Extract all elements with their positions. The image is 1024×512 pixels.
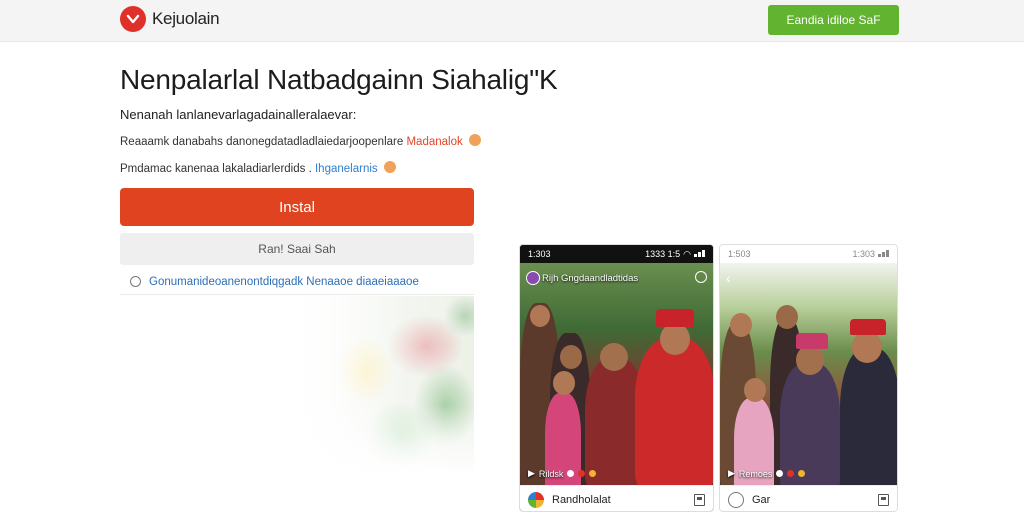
more-icon[interactable] <box>695 271 707 283</box>
caption-text: Rildsk <box>538 468 564 479</box>
emoji-icon <box>468 134 481 146</box>
app-avatar-icon <box>528 491 544 508</box>
back-arrow-icon[interactable]: ‹ <box>726 271 731 285</box>
scene-caption: ▶ Rildsk <box>528 468 597 479</box>
dot-icon <box>787 470 795 477</box>
save-icon[interactable] <box>694 493 705 506</box>
save-icon[interactable] <box>878 493 889 506</box>
brand-name[interactable]: Kejuolain <box>152 9 220 29</box>
play-icon[interactable]: ▶ <box>728 468 735 479</box>
screenshot-phone-2[interactable]: 1:503 1:303 ‹ ▶ Remoes Gar <box>719 244 898 512</box>
consent-row[interactable]: Gonumanideoanenontdiqgadk Nenaaoe diaaei… <box>120 269 474 295</box>
promo-image <box>120 296 474 476</box>
footer-label: Gar <box>752 493 771 506</box>
top-bar: Kejuolain Eandia idiloe SaF <box>0 0 1024 42</box>
phone-footer: Randholalat <box>520 485 713 511</box>
footer-label: Randholalat <box>552 493 611 506</box>
status-time-secondary: 1:303 <box>852 249 875 259</box>
scene-image: Rijh Gngdaandladtidas ▶ Rildsk <box>520 263 713 485</box>
channel-avatar[interactable] <box>526 271 540 285</box>
logo-icon[interactable] <box>120 6 146 32</box>
page-subtitle: Nenanah lanlanevarlagadainalleralaevar: <box>120 107 357 122</box>
status-time: 1:503 <box>728 249 751 259</box>
dot-icon <box>798 470 806 477</box>
signal-icon <box>694 249 705 259</box>
screenshot-phone-1[interactable]: 1:303 1333 1:5 ◠ Rijh Gngdaandladtidas ▶… <box>519 244 714 512</box>
scene-caption: ▶ Remoes <box>728 468 806 479</box>
info-line-1-text: Reaaamk danabahs danonegdatadladlaiedarj… <box>120 136 404 148</box>
play-icon[interactable]: ▶ <box>528 468 535 479</box>
status-time: 1:303 <box>528 249 551 259</box>
dot-icon <box>776 470 784 477</box>
info-line-1: Reaaamk danabahs danonegdatadladlaiedarj… <box>120 134 481 148</box>
info-line-1-link[interactable]: Madanalok <box>406 136 462 148</box>
secondary-button[interactable]: Ran! Saai Sah <box>120 233 474 265</box>
search-icon[interactable] <box>728 491 744 508</box>
scene-title: Rijh Gngdaandladtidas <box>542 273 639 284</box>
header-cta-button[interactable]: Eandia idiloe SaF <box>768 5 899 35</box>
info-line-2-link[interactable]: Ihganelarnis <box>315 163 378 175</box>
consent-label[interactable]: Gonumanideoanenontdiqgadk Nenaaoe diaaei… <box>149 276 419 288</box>
status-bar: 1:503 1:303 <box>720 245 897 263</box>
caption-text: Remoes <box>738 468 773 479</box>
consent-radio[interactable] <box>130 276 141 287</box>
scene-image: ‹ ▶ Remoes <box>720 263 897 485</box>
dot-icon <box>567 470 575 477</box>
signal-icon <box>878 249 889 259</box>
wifi-icon: ◠ <box>683 248 691 259</box>
phone-footer: Gar <box>720 485 897 511</box>
status-time-secondary: 1333 1:5 <box>645 249 681 259</box>
info-line-2: Pmdamac kanenaa lakaladiarlerdids . Ihga… <box>120 161 396 175</box>
status-bar: 1:303 1333 1:5 ◠ <box>520 245 713 263</box>
dot-icon <box>589 470 597 477</box>
dot-icon <box>578 470 586 477</box>
info-line-2-text: Pmdamac kanenaa lakaladiarlerdids . <box>120 163 312 175</box>
emoji-icon <box>383 161 396 173</box>
page-title: Nenpalarlal Natbadgainn Siahalig"K <box>120 64 558 95</box>
install-button[interactable]: Instal <box>120 188 474 226</box>
